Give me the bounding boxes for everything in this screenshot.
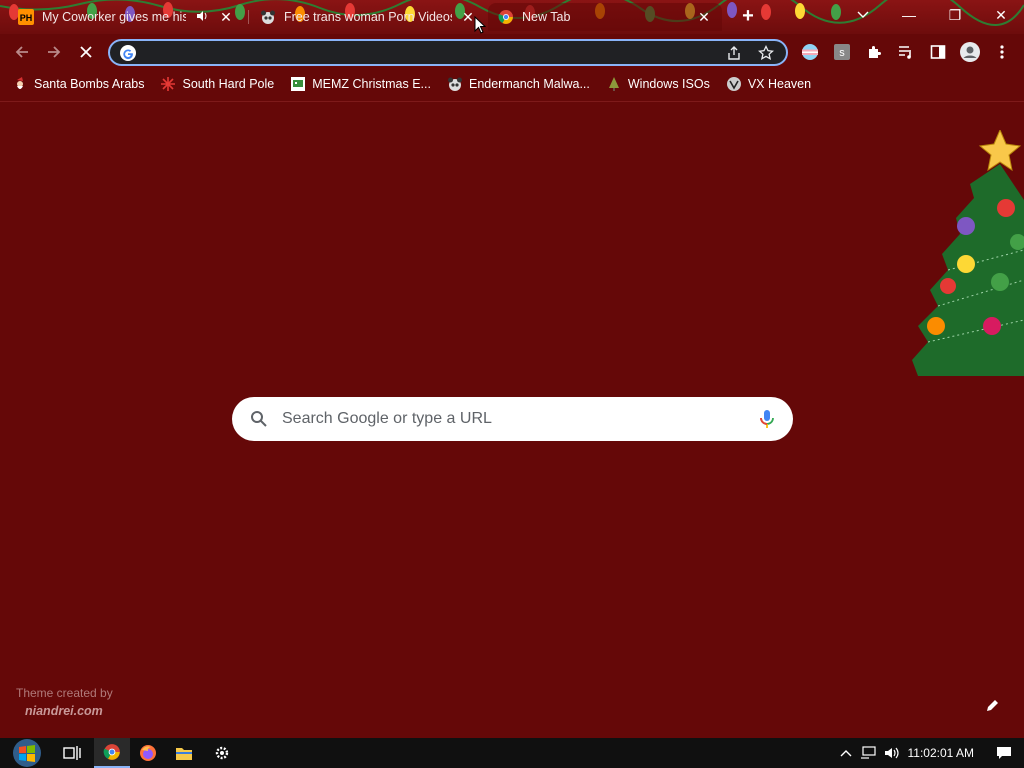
- media-queue-icon: [899, 46, 911, 59]
- windows-start-icon: [13, 739, 41, 767]
- tab-free-videos[interactable]: Free trans woman Porn Videos: t ✕: [250, 3, 486, 31]
- pencil-icon: [987, 700, 998, 711]
- theme-credit-link[interactable]: niandrei.com: [16, 702, 113, 720]
- search-icon: [250, 410, 268, 428]
- ph-favicon-text: PH: [20, 13, 33, 23]
- tab-separator: [248, 10, 249, 24]
- search-input[interactable]: [282, 410, 759, 428]
- clock[interactable]: 11:02:01 AM: [908, 746, 975, 760]
- tab-title: My Coworker gives me his C: [42, 10, 186, 24]
- menu-button[interactable]: [990, 40, 1014, 64]
- customize-button[interactable]: [982, 696, 1002, 716]
- bookmark-santa-bombs[interactable]: Santa Bombs Arabs: [12, 76, 144, 92]
- task-view-icon: [63, 746, 81, 760]
- bookmark-vx-heaven[interactable]: VX Heaven: [726, 76, 811, 92]
- bookmark-endermanch[interactable]: Endermanch Malwa...: [447, 76, 590, 92]
- theme-credit-label: Theme created by: [16, 686, 113, 700]
- microphone-icon[interactable]: [759, 409, 775, 429]
- address-input[interactable]: [144, 45, 712, 60]
- bookmark-windows-isos[interactable]: Windows ISOs: [606, 76, 710, 92]
- extension-flag-button[interactable]: [798, 40, 822, 64]
- bookmark-south-hard-pole[interactable]: South Hard Pole: [160, 76, 274, 92]
- close-tab-icon[interactable]: ✕: [218, 9, 234, 25]
- profile-button[interactable]: [958, 40, 982, 64]
- extensions-button[interactable]: [862, 40, 886, 64]
- volume-icon[interactable]: [884, 746, 900, 760]
- memz-icon: [290, 76, 306, 92]
- google-g-icon: [120, 44, 136, 61]
- start-button[interactable]: [8, 738, 46, 768]
- taskbar-chrome[interactable]: [94, 738, 130, 768]
- new-tab-button[interactable]: +: [736, 5, 760, 29]
- share-icon[interactable]: [724, 43, 744, 63]
- taskbar-settings[interactable]: [204, 738, 240, 768]
- close-icon: [80, 46, 92, 58]
- extension-s-button[interactable]: s: [830, 40, 854, 64]
- arrow-left-icon: [15, 46, 28, 58]
- bookmarks-bar: Santa Bombs Arabs South Hard Pole MEMZ C…: [0, 70, 1024, 98]
- bookmark-star-icon[interactable]: [756, 43, 776, 63]
- gear-icon: [215, 746, 229, 760]
- stop-button[interactable]: [74, 40, 98, 64]
- network-icon[interactable]: [860, 746, 876, 760]
- bookmark-memz[interactable]: MEMZ Christmas E...: [290, 76, 431, 92]
- christmas-tree-decoration: [912, 130, 1024, 376]
- tab-title: Free trans woman Porn Videos: t: [284, 10, 452, 24]
- taskbar-file-explorer[interactable]: [166, 738, 202, 768]
- firefox-icon: [140, 745, 156, 761]
- restore-button[interactable]: ❐: [932, 0, 978, 30]
- bookmark-label: VX Heaven: [747, 77, 812, 91]
- bookmark-label: Santa Bombs Arabs: [34, 77, 145, 91]
- chevron-down-icon: [857, 11, 869, 18]
- puzzle-icon: [869, 46, 881, 58]
- kebab-menu-icon: [1000, 45, 1004, 59]
- vx-icon: [726, 76, 742, 92]
- side-panel-button[interactable]: [926, 40, 950, 64]
- mouse-cursor-icon: [474, 16, 486, 34]
- chrome-favicon-icon: [498, 9, 514, 25]
- forward-button[interactable]: [42, 40, 66, 64]
- chevron-up-icon[interactable]: [840, 749, 852, 757]
- chrome-icon: [103, 744, 120, 760]
- panda-favicon-icon: [260, 9, 276, 25]
- avatar-icon: [960, 42, 980, 62]
- close-window-button[interactable]: ✕: [978, 0, 1024, 30]
- back-button[interactable]: [10, 40, 34, 64]
- notifications-icon[interactable]: [996, 746, 1012, 760]
- minimize-button[interactable]: —: [886, 0, 932, 30]
- side-panel-icon: [930, 45, 946, 59]
- svg-text:s: s: [839, 47, 845, 59]
- google-search-box[interactable]: [232, 397, 793, 441]
- s-extension-icon: s: [834, 44, 850, 60]
- taskbar: 11:02:01 AM: [0, 738, 1024, 768]
- santa-icon: [12, 76, 28, 92]
- tab-title: New Tab: [522, 10, 571, 24]
- bookmark-label: South Hard Pole: [182, 77, 275, 91]
- arrow-right-icon: [48, 46, 61, 58]
- media-control-button[interactable]: [894, 40, 918, 64]
- flag-extension-icon: [802, 44, 818, 60]
- taskbar-firefox[interactable]: [130, 738, 166, 768]
- tab-strip: PH My Coworker gives me his C ✕ Free tra…: [0, 0, 1024, 34]
- address-bar[interactable]: [108, 39, 788, 66]
- bookmark-label: Windows ISOs: [627, 77, 710, 91]
- bookmark-label: Endermanch Malwa...: [468, 77, 590, 91]
- close-tab-icon[interactable]: ✕: [696, 9, 712, 25]
- audio-playing-icon[interactable]: [194, 9, 210, 25]
- theme-credit: Theme created by niandrei.com: [16, 684, 113, 720]
- tab-coworker[interactable]: PH My Coworker gives me his C ✕: [8, 3, 244, 31]
- tab-new-tab[interactable]: New Tab ✕: [488, 3, 722, 31]
- tab-search-button[interactable]: [840, 0, 886, 30]
- panda-icon: [447, 76, 463, 92]
- new-tab-page: Theme created by niandrei.com: [0, 102, 1024, 738]
- snowflake-icon: [160, 76, 176, 92]
- ph-favicon-icon: PH: [18, 9, 34, 25]
- bookmark-label: MEMZ Christmas E...: [312, 77, 431, 91]
- folder-icon: [176, 748, 192, 760]
- system-tray: 11:02:01 AM: [840, 738, 1024, 768]
- task-view-button[interactable]: [54, 738, 90, 768]
- toolbar: s: [0, 34, 1024, 70]
- tree-icon: [606, 76, 622, 92]
